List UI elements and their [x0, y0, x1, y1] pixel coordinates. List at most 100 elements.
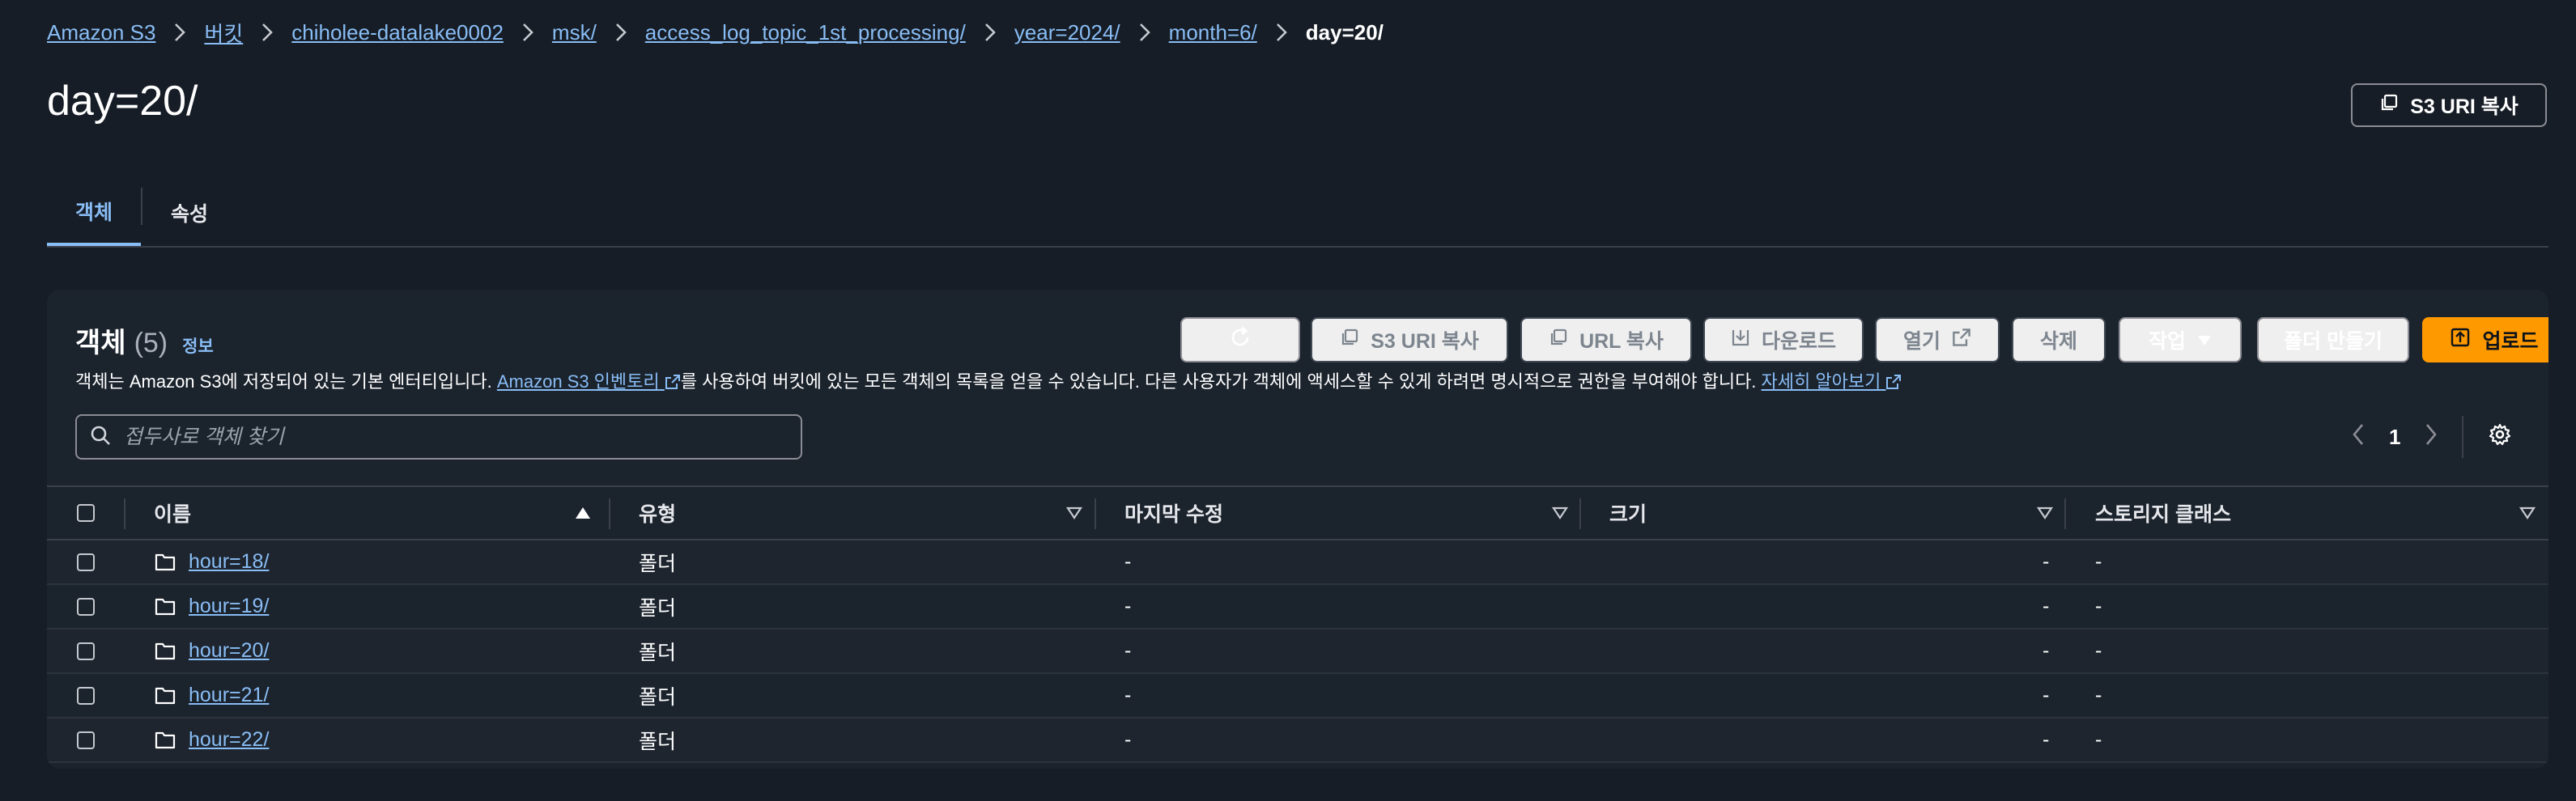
chevron-right-icon: [1275, 22, 1288, 43]
tab-properties[interactable]: 속성: [142, 180, 236, 246]
external-link-icon: [1886, 375, 1902, 389]
table-row: hour=18/ 폴더 - - -: [47, 540, 2548, 585]
object-name-link[interactable]: hour=20/: [189, 639, 269, 663]
delete-label: 삭제: [2039, 330, 2077, 353]
object-last-modified: -: [1124, 684, 1132, 706]
copy-url-label: URL 복사: [1579, 330, 1664, 353]
breadcrumb-bucket[interactable]: chiholee-datalake0002: [291, 20, 504, 45]
column-name-label: 이름: [154, 503, 192, 526]
row-checkbox[interactable]: [77, 686, 95, 705]
breadcrumb-msk[interactable]: msk/: [552, 20, 597, 45]
create-folder-button[interactable]: 폴더 만들기: [2257, 317, 2409, 362]
copy-icon: [1549, 328, 1568, 353]
search-box: [75, 414, 802, 460]
learn-more-link[interactable]: 자세히 알아보기: [1762, 371, 1902, 392]
column-header-last-modified[interactable]: 마지막 수정: [1124, 487, 1569, 539]
open-button[interactable]: 열기: [1875, 317, 2000, 362]
column-header-name[interactable]: 이름: [154, 487, 591, 539]
description-text: 객체는 Amazon S3에 저장되어 있는 기본 엔터티입니다.: [75, 371, 497, 392]
refresh-button[interactable]: [1180, 317, 1300, 362]
row-checkbox[interactable]: [77, 553, 95, 571]
column-header-type[interactable]: 유형: [639, 487, 1083, 539]
row-checkbox[interactable]: [77, 597, 95, 616]
sort-icon: [2036, 502, 2054, 525]
object-last-modified: -: [1124, 639, 1132, 662]
inventory-link[interactable]: Amazon S3 인벤토리: [497, 371, 681, 392]
search-icon: [90, 425, 111, 450]
breadcrumb-year[interactable]: year=2024/: [1014, 20, 1120, 45]
download-icon: [1731, 328, 1750, 353]
column-storage-class-label: 스토리지 클래스: [2095, 503, 2231, 526]
object-type: 폴더: [639, 685, 677, 709]
next-page-icon[interactable]: [2425, 422, 2438, 452]
objects-panel-header: 객체 (5) 정보: [75, 320, 214, 360]
tab-objects[interactable]: 객체: [47, 180, 141, 246]
previous-page-icon[interactable]: [2352, 422, 2365, 452]
copy-url-button[interactable]: URL 복사: [1520, 317, 1692, 362]
chevron-right-icon: [1138, 22, 1151, 43]
row-checkbox-cell: [77, 629, 95, 672]
upload-icon: [2450, 327, 2471, 354]
object-type: 폴더: [639, 596, 677, 620]
column-header-storage-class[interactable]: 스토리지 클래스: [2095, 487, 2536, 539]
row-checkbox[interactable]: [77, 642, 95, 660]
folder-icon: [155, 629, 176, 672]
chevron-right-icon: [984, 22, 997, 43]
info-link[interactable]: 정보: [182, 333, 214, 358]
object-last-modified: -: [1124, 550, 1132, 573]
breadcrumb-amazon-s3[interactable]: Amazon S3: [47, 20, 155, 45]
create-folder-label: 폴더 만들기: [2284, 330, 2383, 353]
actions-dropdown[interactable]: 작업: [2119, 317, 2242, 362]
row-checkbox[interactable]: [77, 731, 95, 749]
breadcrumb-topic[interactable]: access_log_topic_1st_processing/: [645, 20, 966, 45]
object-storage-class: -: [2095, 639, 2102, 662]
object-last-modified: -: [1124, 595, 1132, 617]
sort-icon: [2519, 502, 2536, 525]
copy-s3-uri-toolbar-button[interactable]: S3 URI 복사: [1311, 317, 1508, 362]
row-checkbox-cell: [77, 674, 95, 717]
upload-button[interactable]: 업로드: [2422, 317, 2548, 362]
row-checkbox-cell: [77, 585, 95, 628]
select-all-checkbox[interactable]: [77, 504, 95, 522]
object-storage-class: -: [2095, 595, 2102, 617]
pagination: 1: [2352, 416, 2512, 458]
breadcrumb-month[interactable]: month=6/: [1169, 20, 1257, 45]
delete-button[interactable]: 삭제: [2012, 317, 2106, 362]
sort-icon: [1065, 502, 1083, 525]
search-input[interactable]: [122, 424, 773, 450]
tab-bar: 객체 속성: [47, 180, 2548, 248]
learn-more-label: 자세히 알아보기: [1761, 371, 1881, 392]
folder-icon: [155, 718, 176, 761]
chevron-right-icon: [261, 22, 274, 43]
copy-s3-uri-button[interactable]: S3 URI 복사: [2351, 83, 2547, 127]
row-checkbox-cell: [77, 540, 95, 583]
copy-s3-uri-toolbar-label: S3 URI 복사: [1371, 330, 1479, 353]
object-name-link[interactable]: hour=19/: [189, 595, 269, 618]
refresh-icon: [1228, 325, 1252, 355]
object-type: 폴더: [639, 641, 677, 664]
object-name-link[interactable]: hour=21/: [189, 684, 269, 707]
download-label: 다운로드: [1761, 330, 1836, 353]
object-name-link[interactable]: hour=18/: [189, 550, 269, 574]
column-header-size[interactable]: 크기: [1609, 487, 2054, 539]
copy-icon: [1340, 328, 1359, 353]
object-size: -: [2043, 639, 2050, 662]
upload-label: 업로드: [2482, 330, 2539, 353]
pager-divider: [2462, 416, 2464, 458]
column-divider: [1579, 498, 1581, 529]
column-last-modified-label: 마지막 수정: [1124, 503, 1223, 526]
column-divider: [2064, 498, 2066, 529]
breadcrumb-buckets[interactable]: 버킷: [204, 18, 243, 48]
column-divider: [124, 498, 125, 529]
download-button[interactable]: 다운로드: [1703, 317, 1864, 362]
settings-gear-icon[interactable]: [2488, 422, 2512, 452]
caret-down-icon: [2197, 328, 2212, 352]
sort-icon: [1551, 502, 1569, 525]
object-name-link[interactable]: hour=22/: [189, 728, 269, 752]
object-storage-class: -: [2095, 728, 2102, 751]
breadcrumb-current: day=20/: [1305, 19, 1384, 44]
copy-icon: [2379, 93, 2399, 118]
current-page[interactable]: 1: [2389, 425, 2400, 450]
object-size: -: [2043, 595, 2050, 617]
object-size: -: [2043, 728, 2050, 751]
